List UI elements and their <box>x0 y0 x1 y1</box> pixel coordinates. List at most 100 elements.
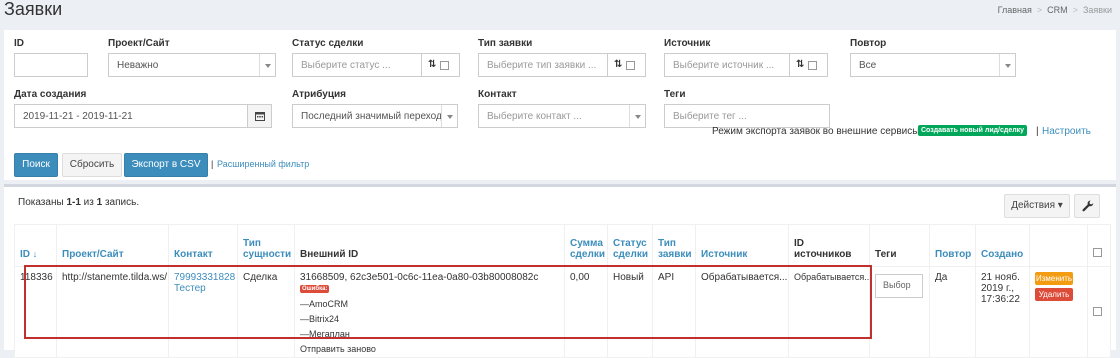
id-filter-label: ID <box>14 38 24 49</box>
status-filter-label: Статус сделки <box>292 38 364 49</box>
select-all-checkbox[interactable] <box>1093 248 1102 257</box>
contact-phone-link[interactable]: 79993331828 <box>174 272 235 283</box>
search-button[interactable]: Поиск <box>14 153 58 177</box>
breadcrumb-crm[interactable]: CRM <box>1047 5 1068 15</box>
contact-select[interactable]: Выберите контакт ... <box>478 104 646 128</box>
row-checkbox[interactable] <box>1093 307 1102 316</box>
cell-created: 21 нояб. 2019 г., 17:36:22 <box>975 266 1030 358</box>
tags-filter-label: Теги <box>664 89 686 100</box>
advanced-filter-link[interactable]: Расширенный фильтр <box>217 159 309 169</box>
chevron-down-icon <box>259 54 275 76</box>
col-source-header[interactable]: Источник <box>695 224 789 267</box>
actions-dropdown-button[interactable]: Действия ▾ <box>1004 194 1070 218</box>
id-filter-input[interactable] <box>14 53 88 77</box>
col-tags-header: Теги <box>869 224 930 267</box>
export-csv-button[interactable]: Экспорт в CSV <box>124 153 208 177</box>
type-select[interactable]: Выберите тип заявки ... <box>478 53 608 77</box>
col-id-header[interactable]: ID ↓ <box>14 224 57 267</box>
external-id-value: 31668509, 62c3e501-0c6c-11ea-0a80-03b800… <box>300 272 539 283</box>
project-filter-label: Проект/Сайт <box>108 38 170 49</box>
cell-project: http://stanemte.tilda.ws/ <box>56 266 169 358</box>
source-select-placeholder: Выберите источник ... <box>673 60 775 71</box>
col-project-header[interactable]: Проект/Сайт <box>56 224 169 267</box>
error-badge: Ошибка: <box>300 285 330 293</box>
attribution-filter-label: Атрибуция <box>292 89 346 100</box>
edit-button[interactable]: Изменить <box>1035 272 1073 285</box>
tags-select-placeholder: Выберите тег ... <box>673 111 747 122</box>
col-created-header[interactable]: Создано <box>975 224 1030 267</box>
cell-actions: Изменить Удалить <box>1029 266 1088 358</box>
source-exclude-checkbox[interactable] <box>808 61 817 70</box>
breadcrumb-current: Заявки <box>1082 5 1112 15</box>
type-exclude-checkbox[interactable] <box>626 61 635 70</box>
breadcrumb: Главная > CRM > Заявки <box>997 5 1112 15</box>
service-bitrix24: —Bitrix24 <box>300 314 340 324</box>
date-range-input[interactable]: 2019-11-21 - 2019-11-21 <box>14 104 272 128</box>
repeat-filter-label: Повтор <box>850 38 887 49</box>
status-sort-toggle[interactable]: ⇅ <box>422 53 460 77</box>
repeat-select[interactable]: Все <box>850 53 1016 77</box>
status-select[interactable]: Выберите статус ... <box>292 53 422 77</box>
table-header-row: ID ↓ Проект/Сайт Контакт Тип сущности Вн… <box>14 224 1111 267</box>
chevron-down-icon <box>999 54 1015 76</box>
repeat-select-value: Все <box>859 60 877 71</box>
sort-arrows-icon: ⇅ <box>796 59 805 70</box>
calendar-icon[interactable] <box>247 105 271 127</box>
resend-link[interactable]: Отправить заново <box>300 344 559 354</box>
contact-filter-label: Контакт <box>478 89 517 100</box>
type-sort-toggle[interactable]: ⇅ <box>608 53 646 77</box>
breadcrumb-home[interactable]: Главная <box>998 5 1032 15</box>
contact-name-link[interactable]: Тестер <box>174 283 206 294</box>
cell-repeat: Да <box>929 266 976 358</box>
attribution-select-value: Последний значимый переход <box>301 111 442 122</box>
summary-prefix: Показаны <box>18 197 67 208</box>
summary-suffix: запись. <box>102 197 140 208</box>
col-contact-header[interactable]: Контакт <box>168 224 238 267</box>
page-title: Заявки <box>4 0 63 19</box>
grid-summary: Показаны 1-1 из 1 запись. <box>18 197 139 208</box>
source-select[interactable]: Выберите источник ... <box>664 53 790 77</box>
export-settings-link[interactable]: Настроить <box>1042 126 1091 137</box>
project-select-value: Неважно <box>117 60 159 71</box>
tags-select-button[interactable]: Выбор <box>875 274 923 298</box>
col-repeat-header[interactable]: Повтор <box>929 224 976 267</box>
delete-button[interactable]: Удалить <box>1035 288 1073 301</box>
col-amount-header[interactable]: Сумма сделки <box>564 224 608 267</box>
contact-select-placeholder: Выберите контакт ... <box>487 111 582 122</box>
tags-select[interactable]: Выберите тег ... <box>664 104 830 128</box>
chevron-down-icon <box>629 105 645 127</box>
status-exclude-checkbox[interactable] <box>440 61 449 70</box>
wrench-icon <box>1082 200 1094 212</box>
wrench-button[interactable] <box>1074 194 1100 218</box>
filter-panel: ID Проект/Сайт Статус сделки Тип заявки … <box>4 30 1116 180</box>
source-sort-toggle[interactable]: ⇅ <box>790 53 828 77</box>
col-select-all[interactable] <box>1087 224 1111 267</box>
source-filter-label: Источник <box>664 38 711 49</box>
cell-external-id: 31668509, 62c3e501-0c6c-11ea-0a80-03b800… <box>294 266 565 358</box>
cell-id: 118336 <box>14 266 57 358</box>
col-actions-header <box>1029 224 1088 267</box>
sort-arrows-icon: ⇅ <box>614 59 623 70</box>
col-external-id-header: Внешний ID <box>294 224 565 267</box>
cell-status: Новый <box>607 266 653 358</box>
cell-select <box>1087 266 1111 358</box>
export-mode-label: Режим экспорта заявок во внешние сервисы… <box>712 126 923 137</box>
col-entity-type-header[interactable]: Тип сущности <box>237 224 295 267</box>
col-status-header[interactable]: Статус сделки <box>607 224 653 267</box>
cell-amount: 0,00 <box>564 266 608 358</box>
chevron-down-icon <box>441 105 457 127</box>
reset-button[interactable]: Сбросить <box>62 153 122 177</box>
project-select[interactable]: Неважно <box>108 53 276 77</box>
created-date: 21 нояб. 2019 г., <box>981 272 1020 294</box>
cell-contact: 79993331828 Тестер <box>168 266 238 358</box>
export-separator: | <box>1036 126 1039 137</box>
summary-mid: из <box>80 197 97 208</box>
table-row: 118336 http://stanemte.tilda.ws/ 7999333… <box>14 266 1111 358</box>
attribution-select[interactable]: Последний значимый переход <box>292 104 458 128</box>
col-request-type-header[interactable]: Тип заявки <box>652 224 696 267</box>
col-source-id-header: ID источников <box>788 224 870 267</box>
export-mode-badge[interactable]: Создавать новый лид/сделку <box>918 125 1028 136</box>
created-filter-label: Дата создания <box>14 89 87 100</box>
cell-source: Обрабатывается... <box>695 266 789 358</box>
type-filter-label: Тип заявки <box>478 38 533 49</box>
